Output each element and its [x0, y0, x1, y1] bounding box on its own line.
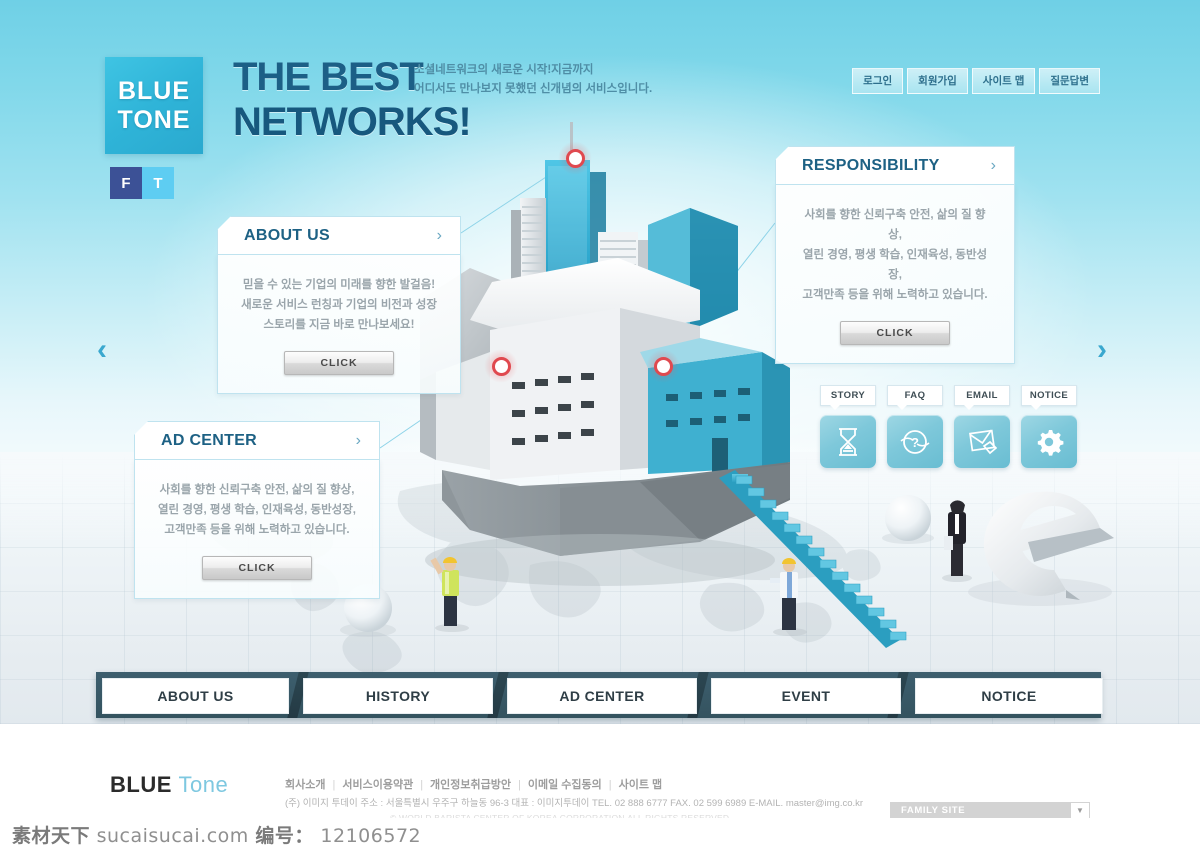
footer-link-sitemap[interactable]: 사이트 맵: [619, 779, 663, 791]
nav-item-event[interactable]: EVENT: [711, 678, 901, 714]
gear-icon: [1037, 429, 1064, 456]
e-letter-sculpture: [968, 491, 1114, 606]
card-ad-center-line-3: 고객만족 등을 위해 노력하고 있습니다.: [164, 524, 350, 536]
hourglass-icon: [839, 427, 857, 456]
question-circle-icon: ?: [900, 429, 930, 454]
nav-item-notice[interactable]: NOTICE: [915, 678, 1103, 714]
chevron-right-icon[interactable]: ›: [991, 157, 1014, 175]
chevron-right-icon[interactable]: ›: [437, 227, 460, 245]
quick-item-faq-label: FAQ: [887, 385, 943, 410]
footer-link-company[interactable]: 회사소개: [285, 779, 325, 791]
card-about-us-click-button[interactable]: CLICK: [284, 351, 394, 375]
footer-links: 회사소개 | 서비스이용약관 | 개인정보취급방안 | 이메일 수집동의 | 사이트 맵: [285, 776, 662, 792]
family-site-label: FAMILY SITE: [901, 805, 966, 816]
card-ad-center-title: AD CENTER: [161, 431, 258, 449]
quick-item-notice-button[interactable]: [1021, 415, 1077, 468]
quick-item-story[interactable]: STORY: [820, 385, 876, 468]
chevron-down-icon[interactable]: ▼: [1071, 803, 1089, 818]
footer-sep: |: [608, 779, 612, 791]
card-responsibility[interactable]: RESPONSIBILITY › 사회를 향한 신뢰구축 안전, 삶의 질 향상…: [775, 146, 1015, 364]
hotspot-right[interactable]: [646, 349, 680, 383]
card-ad-center-click-button[interactable]: CLICK: [202, 556, 312, 580]
card-ad-center-header[interactable]: AD CENTER ›: [134, 421, 380, 459]
hotspot-dot-icon: [491, 356, 511, 376]
footer-sep: |: [420, 779, 424, 791]
carousel-next-icon[interactable]: ›: [1085, 333, 1119, 367]
page-root: BLUE TONE F T THE BEST NETWORKS! 소셜네트워크의…: [0, 0, 1200, 851]
footer: BLUE Tone 회사소개 | 서비스이용약관 | 개인정보취급방안 | 이메일 수집동의…: [0, 724, 1200, 824]
hotspot-dot-icon: [653, 356, 673, 376]
watermark-bar: 素材天下 sucaisucai.com 编号： 12106572: [0, 818, 1200, 851]
city-illustration: [340, 122, 1114, 648]
card-responsibility-body: 사회를 향한 신뢰구축 안전, 삶의 질 향상, 열린 경영, 평생 학습, 인…: [775, 184, 1015, 364]
quick-item-email-label: EMAIL: [954, 385, 1010, 410]
card-about-us[interactable]: ABOUT US › 믿을 수 있는 기업의 미래를 향한 발걸음! 새로운 서…: [217, 216, 461, 394]
family-site-select[interactable]: FAMILY SITE ▼: [890, 802, 1090, 819]
card-ad-center-body: 사회를 향한 신뢰구축 안전, 삶의 질 향상, 열린 경영, 평생 학습, 인…: [134, 459, 380, 599]
footer-link-email-consent[interactable]: 이메일 수집동의: [528, 779, 602, 791]
card-about-us-line-1: 믿을 수 있는 기업의 미래를 향한 발걸음!: [242, 279, 436, 291]
card-about-us-header[interactable]: ABOUT US ›: [217, 216, 461, 254]
card-ad-center-line-1: 사회를 향한 신뢰구축 안전, 삶의 질 향상,: [159, 484, 355, 496]
card-responsibility-line-1: 사회를 향한 신뢰구축 안전, 삶의 질 향상,: [804, 209, 986, 241]
footer-logo-light: Tone: [178, 772, 229, 797]
main-nav-items: ABOUT US HISTORY AD CENTER EVENT NOTICE: [96, 672, 1103, 714]
card-responsibility-line-3: 고객만족 등을 위해 노력하고 있습니다.: [802, 289, 988, 301]
quick-menu: STORY FAQ ? EMAIL NOTICE: [820, 385, 1077, 468]
watermark-site-cn: 素材天下: [12, 825, 91, 847]
card-about-us-line-3: 스토리를 지금 바로 만나보세요!: [263, 319, 415, 331]
quick-item-email-button[interactable]: [954, 415, 1010, 468]
footer-link-terms[interactable]: 서비스이용약관: [342, 779, 413, 791]
footer-sep: |: [518, 779, 521, 791]
worker-right: [770, 558, 807, 636]
footer-sep: |: [332, 779, 336, 791]
watermark-text: 素材天下 sucaisucai.com 编号： 12106572: [12, 821, 421, 848]
businesswoman: [942, 500, 972, 582]
card-responsibility-line-2: 열린 경영, 평생 학습, 인재육성, 동반성장,: [802, 249, 988, 281]
quick-item-story-button[interactable]: [820, 415, 876, 468]
watermark-site-url: sucaisucai.com: [96, 825, 249, 847]
svg-text:?: ?: [911, 435, 919, 450]
watermark-id-label: 编号：: [255, 825, 314, 847]
hotspot-top[interactable]: [558, 141, 592, 175]
quick-item-faq-button[interactable]: ?: [887, 415, 943, 468]
hotspot-left[interactable]: [484, 349, 518, 383]
footer-address: (주) 이미지 투데이 주소 : 서울특별시 우주구 하늘동 96-3 대표 :…: [285, 798, 864, 809]
quick-item-story-label: STORY: [820, 385, 876, 410]
quick-item-notice-label: NOTICE: [1021, 385, 1077, 410]
card-ad-center-line-2: 열린 경영, 평생 학습, 인재육성, 동반성장,: [157, 504, 357, 516]
watermark-id-value: 12106572: [320, 825, 422, 847]
nav-item-history[interactable]: HISTORY: [303, 678, 493, 714]
card-responsibility-title: RESPONSIBILITY: [802, 156, 940, 174]
carousel-prev-icon[interactable]: ‹: [85, 333, 119, 367]
envelope-icon: [969, 429, 997, 454]
quick-item-email[interactable]: EMAIL: [954, 385, 1010, 468]
footer-logo-bold: BLUE: [110, 772, 172, 797]
hotspot-dot-icon: [565, 148, 585, 168]
quick-item-notice[interactable]: NOTICE: [1021, 385, 1077, 468]
card-about-us-title: ABOUT US: [244, 226, 330, 244]
card-about-us-line-2: 새로운 서비스 런칭과 기업의 비전과 성장: [241, 299, 437, 311]
footer-logo: BLUE Tone: [110, 772, 228, 798]
nav-item-ad-center[interactable]: AD CENTER: [507, 678, 697, 714]
footer-link-privacy[interactable]: 개인정보취급방안: [430, 779, 511, 791]
card-responsibility-header[interactable]: RESPONSIBILITY ›: [775, 146, 1015, 184]
chevron-right-icon[interactable]: ›: [356, 432, 379, 450]
card-responsibility-click-button[interactable]: CLICK: [840, 321, 950, 345]
nav-item-about-us[interactable]: ABOUT US: [102, 678, 289, 714]
main-nav: ABOUT US HISTORY AD CENTER EVENT NOTICE: [96, 672, 1103, 718]
card-ad-center[interactable]: AD CENTER › 사회를 향한 신뢰구축 안전, 삶의 질 향상, 열린 …: [134, 421, 380, 599]
card-about-us-body: 믿을 수 있는 기업의 미래를 향한 발걸음! 새로운 서비스 런칭과 기업의 …: [217, 254, 461, 394]
quick-item-faq[interactable]: FAQ ?: [887, 385, 943, 468]
